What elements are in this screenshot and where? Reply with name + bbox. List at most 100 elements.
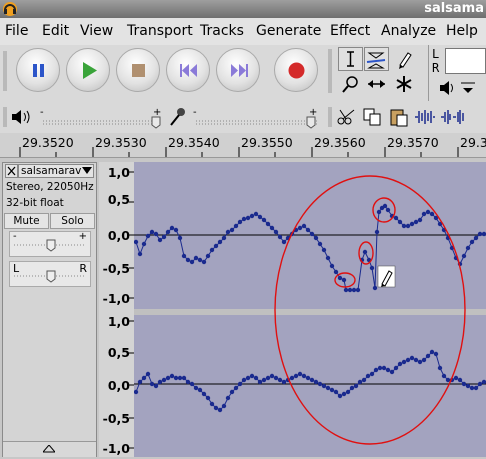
sample-point[interactable] (413, 219, 419, 225)
sample-point[interactable] (393, 365, 399, 371)
sample-point[interactable] (141, 241, 147, 247)
collapse-track-button[interactable] (3, 441, 96, 457)
skip-to-end-button[interactable] (216, 48, 260, 92)
sample-point[interactable] (249, 373, 255, 379)
sample-point[interactable] (393, 215, 399, 221)
sample-point[interactable] (429, 349, 435, 355)
stop-button[interactable] (116, 48, 160, 92)
sample-point[interactable] (245, 215, 251, 221)
pan-slider[interactable]: L R (9, 261, 91, 287)
sample-point[interactable] (177, 375, 183, 381)
sample-point[interactable] (477, 231, 483, 237)
sample-point[interactable] (317, 381, 323, 387)
sample-point[interactable] (385, 367, 391, 373)
sample-point[interactable] (189, 381, 195, 387)
sample-point[interactable] (373, 367, 379, 373)
sample-point[interactable] (197, 387, 203, 393)
sample-point[interactable] (261, 217, 267, 223)
sample-point[interactable] (265, 221, 271, 227)
sample-point[interactable] (374, 229, 380, 235)
sample-point[interactable] (273, 375, 279, 381)
sample-point[interactable] (145, 233, 151, 239)
sample-point[interactable] (355, 287, 361, 293)
sample-point[interactable] (241, 377, 247, 383)
sample-point[interactable] (281, 379, 287, 385)
sample-point[interactable] (397, 219, 403, 225)
sample-point[interactable] (369, 265, 375, 271)
sample-point[interactable] (413, 357, 419, 363)
sample-point[interactable] (213, 405, 219, 411)
multi-tool-button[interactable] (392, 73, 417, 95)
sample-point[interactable] (181, 375, 187, 381)
sample-point[interactable] (441, 373, 447, 379)
sample-point[interactable] (309, 377, 315, 383)
sample-point[interactable] (153, 231, 159, 237)
sample-point[interactable] (301, 223, 307, 229)
sample-point[interactable] (213, 243, 219, 249)
sample-point[interactable] (401, 359, 407, 365)
sample-point[interactable] (149, 229, 155, 235)
sample-point[interactable] (473, 235, 479, 241)
sample-point[interactable] (347, 287, 353, 293)
record-button[interactable] (274, 48, 318, 92)
cut-icon[interactable] (336, 107, 358, 127)
sample-point[interactable] (481, 231, 486, 237)
sample-point[interactable] (301, 373, 307, 379)
sample-point[interactable] (185, 379, 191, 385)
sample-point[interactable] (353, 383, 359, 389)
sample-point[interactable] (313, 379, 319, 385)
track-name-menu[interactable]: salsamarav (18, 164, 94, 178)
playback-volume-slider[interactable]: - + (40, 107, 165, 129)
sample-point[interactable] (233, 385, 239, 391)
menu-edit[interactable]: Edit (42, 23, 69, 39)
sample-point[interactable] (185, 257, 191, 263)
sample-point[interactable] (237, 219, 243, 225)
sample-point[interactable] (362, 249, 368, 255)
envelope-tool-button[interactable] (364, 47, 389, 71)
sample-point[interactable] (376, 209, 382, 215)
menu-analyze[interactable]: Analyze (381, 23, 436, 39)
sample-point[interactable] (157, 379, 163, 385)
sample-point[interactable] (209, 401, 215, 407)
menu-tracks[interactable]: Tracks (200, 23, 244, 39)
sample-point[interactable] (429, 211, 435, 217)
sample-point[interactable] (409, 221, 415, 227)
sample-point[interactable] (229, 227, 235, 233)
solo-button[interactable]: Solo (50, 213, 95, 229)
sample-point[interactable] (333, 269, 339, 275)
sample-point[interactable] (225, 229, 231, 235)
sample-point[interactable] (309, 231, 315, 237)
paste-icon[interactable] (388, 107, 410, 127)
sample-point[interactable] (134, 389, 139, 395)
copy-icon[interactable] (362, 107, 384, 127)
sample-point[interactable] (257, 379, 263, 385)
sample-point[interactable] (261, 377, 267, 383)
chevron-down-icon[interactable] (460, 81, 476, 95)
menu-transport[interactable]: Transport (127, 23, 193, 39)
sample-point[interactable] (425, 353, 431, 359)
sample-point[interactable] (477, 381, 483, 387)
waveform-display[interactable] (134, 162, 486, 457)
sample-point[interactable] (273, 229, 279, 235)
sample-point[interactable] (165, 229, 171, 235)
sample-point[interactable] (317, 241, 323, 247)
sample-point[interactable] (345, 389, 351, 395)
menu-view[interactable]: View (80, 23, 113, 39)
gain-slider[interactable]: - + (9, 231, 91, 257)
sample-point[interactable] (421, 211, 427, 217)
sample-point[interactable] (257, 214, 263, 220)
sample-point[interactable] (181, 253, 187, 259)
sample-point[interactable] (253, 375, 259, 381)
sample-point[interactable] (461, 253, 467, 259)
sample-point[interactable] (169, 373, 175, 379)
sample-point[interactable] (193, 255, 199, 261)
recording-volume-slider[interactable]: - + (193, 107, 321, 129)
sample-point[interactable] (245, 375, 251, 381)
sample-point[interactable] (369, 371, 375, 377)
sample-point[interactable] (137, 379, 143, 385)
sample-point[interactable] (351, 287, 357, 293)
draw-tool-button[interactable] (392, 47, 417, 71)
selection-tool-button[interactable] (338, 47, 363, 71)
sample-point[interactable] (465, 383, 471, 389)
sample-point[interactable] (289, 375, 295, 381)
